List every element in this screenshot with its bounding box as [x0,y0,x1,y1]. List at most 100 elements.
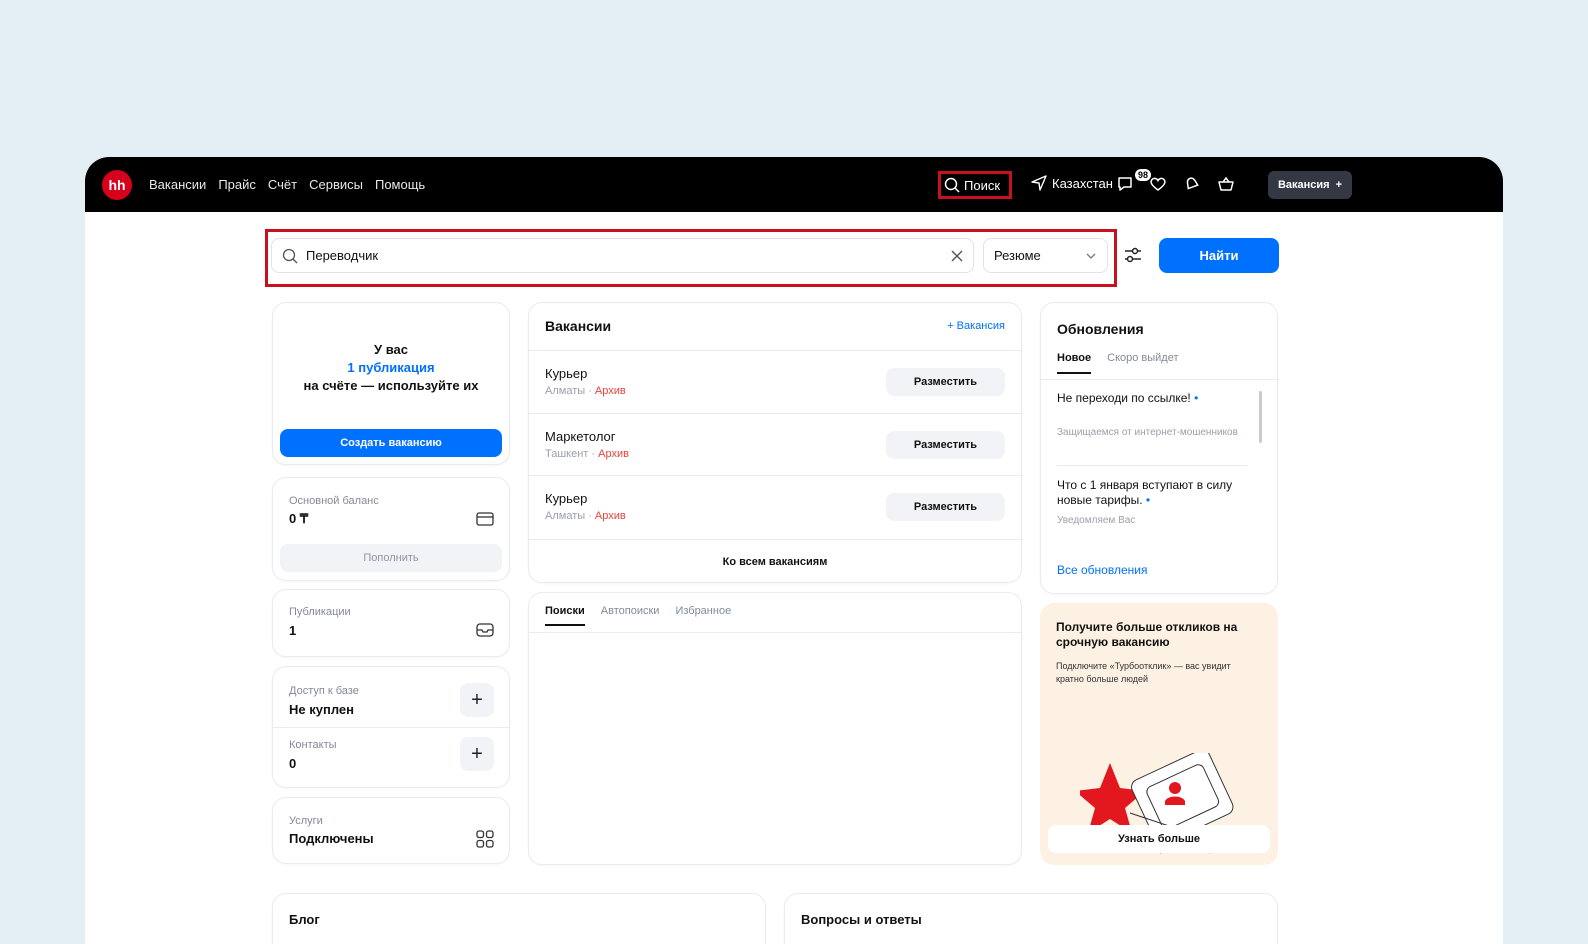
search-type-value: Резюме [994,248,1041,263]
update-item[interactable]: Что с 1 января вступают в силу новые тар… [1057,478,1247,527]
services-label: Услуги [289,815,323,827]
bell-icon[interactable] [1182,174,1202,194]
db-access-value: Не куплен [289,702,354,717]
heart-icon[interactable] [1148,174,1168,194]
unread-dot: • [1194,391,1199,405]
search-input[interactable]: Переводчик [271,238,974,273]
vacancy-row[interactable]: Курьер Алматы · Архив Разместить [529,350,1021,412]
publications-value: 1 [289,623,297,638]
search-type-select[interactable]: Резюме [983,238,1108,273]
publication-card: У вас 1 публикация на счёте — используйт… [272,302,510,465]
searches-tabs: Поиски Автопоиски Избранное [545,605,731,626]
update-item-desc: Уведомляем Вас [1057,515,1136,526]
vacancy-title: Маркетолог [545,429,616,444]
tab-new[interactable]: Новое [1057,352,1092,374]
vacancy-row[interactable]: Курьер Алматы · Архив Разместить [529,475,1021,537]
topup-button[interactable]: Пополнить [280,544,502,572]
balance-value: 0 ₸ [289,511,309,526]
grid-icon [476,830,494,848]
create-vacancy-header-label: Вакансия [1277,179,1330,191]
update-item-title: Не переходи по ссылке! • [1057,391,1247,406]
db-access-label: Доступ к базе [289,685,359,697]
promo-text: Подключите «Турбоотклик» — вас увидит кр… [1056,661,1231,684]
filters-icon[interactable] [1123,245,1143,265]
vacancy-city: Алматы · [545,510,595,522]
hh-logo[interactable]: hh [102,170,132,200]
updates-tabs: Новое Скоро выйдет [1057,352,1179,374]
contacts-label: Контакты [289,739,337,751]
find-button[interactable]: Найти [1159,238,1279,273]
publication-text: У вас 1 публикация на счёте — используйт… [273,341,509,395]
contacts-value: 0 [289,756,297,771]
qa-card: Вопросы и ответы [784,893,1278,944]
vacancy-meta: Алматы · Архив [545,385,626,397]
location-arrow-icon [1031,175,1047,191]
vacancy-city: Алматы · [545,385,595,397]
update-item[interactable]: Не переходи по ссылке! • Защищаемся от и… [1057,391,1247,439]
update-item-title: Что с 1 января вступают в силу новые тар… [1057,478,1247,508]
country-label: Казахстан [1052,175,1113,191]
search-icon [282,248,298,263]
divider [273,727,509,728]
add-vacancy-link[interactable]: + Вакансия [947,320,1005,332]
nav-price[interactable]: Прайс [218,177,256,192]
all-updates-link[interactable]: Все обновления [1057,563,1147,577]
divider [529,632,1021,633]
all-vacancies-link[interactable]: Ко всем вакансиям [529,539,1021,583]
tab-coming-soon[interactable]: Скоро выйдет [1107,352,1178,364]
publication-count-link[interactable]: 1 публикация [273,359,509,377]
search-query: Переводчик [306,248,379,263]
app-window: hh Вакансии Прайс Счёт Сервисы Помощь По… [85,157,1503,944]
close-icon[interactable] [949,248,965,264]
plus-icon: + [471,688,483,711]
balance-card: Основной баланс 0 ₸ Пополнить [272,477,510,581]
create-vacancy-button[interactable]: Создать вакансию [280,429,502,457]
divider [1041,379,1277,380]
vacancy-city: Ташкент · [545,448,599,460]
nav-account[interactable]: Счёт [268,177,297,192]
nav-vacancies[interactable]: Вакансии [149,177,206,192]
add-contacts-button[interactable]: + [460,737,494,771]
turbo-promo-card: Получите больше откликов на срочную вака… [1040,603,1278,865]
place-vacancy-button[interactable]: Разместить [886,368,1005,396]
top-bar: hh Вакансии Прайс Счёт Сервисы Помощь По… [85,157,1503,212]
add-db-access-button[interactable]: + [460,683,494,717]
services-value: Подключены [289,831,374,846]
plus-icon: + [471,742,483,765]
learn-more-button[interactable]: Узнать больше [1048,825,1270,853]
update-title-text: Что с 1 января вступают в силу новые тар… [1057,478,1233,507]
updates-title: Обновления [1057,321,1144,337]
vacancy-status: Архив [594,385,626,397]
basket-icon[interactable] [1216,174,1236,194]
search-icon [944,177,960,193]
nav-help[interactable]: Помощь [375,177,425,192]
blog-title: Блог [289,912,320,927]
place-vacancy-button[interactable]: Разместить [886,493,1005,521]
vacancy-title: Курьер [545,366,588,381]
promo-title: Получите больше откликов на срочную вака… [1056,620,1238,649]
tab-autosearches[interactable]: Автопоиски [601,605,660,617]
header-search-button[interactable]: Поиск [938,171,1012,199]
vacancy-row[interactable]: Маркетолог Ташкент · Архив Разместить [529,413,1021,475]
update-item-desc: Защищаемся от интернет-мошенников [1057,427,1238,438]
tab-searches[interactable]: Поиски [545,605,585,626]
searches-card: Поиски Автопоиски Избранное [528,592,1022,865]
qa-title: Вопросы и ответы [801,912,922,927]
chat-icon[interactable] [1115,174,1135,194]
unread-dot: • [1145,493,1151,507]
services-card[interactable]: Услуги Подключены [272,797,510,864]
divider [1057,465,1247,466]
updates-card: Обновления Новое Скоро выйдет Не переход… [1040,302,1278,594]
updates-scrollbar[interactable] [1259,391,1262,443]
access-card: Доступ к базе Не куплен + Контакты 0 + [272,666,510,788]
create-vacancy-header-button[interactable]: Вакансия + [1268,171,1352,199]
vacancy-meta: Алматы · Архив [545,510,626,522]
country-selector[interactable]: Казахстан [1031,175,1113,191]
place-vacancy-button[interactable]: Разместить [886,431,1005,459]
publication-line3: на счёте — используйте их [303,378,479,393]
balance-label: Основной баланс [289,495,379,507]
vacancies-card: Вакансии + Вакансия Курьер Алматы · Архи… [528,302,1022,583]
tab-favorites[interactable]: Избранное [675,605,731,617]
nav-services[interactable]: Сервисы [309,177,363,192]
vacancy-title: Курьер [545,491,588,506]
